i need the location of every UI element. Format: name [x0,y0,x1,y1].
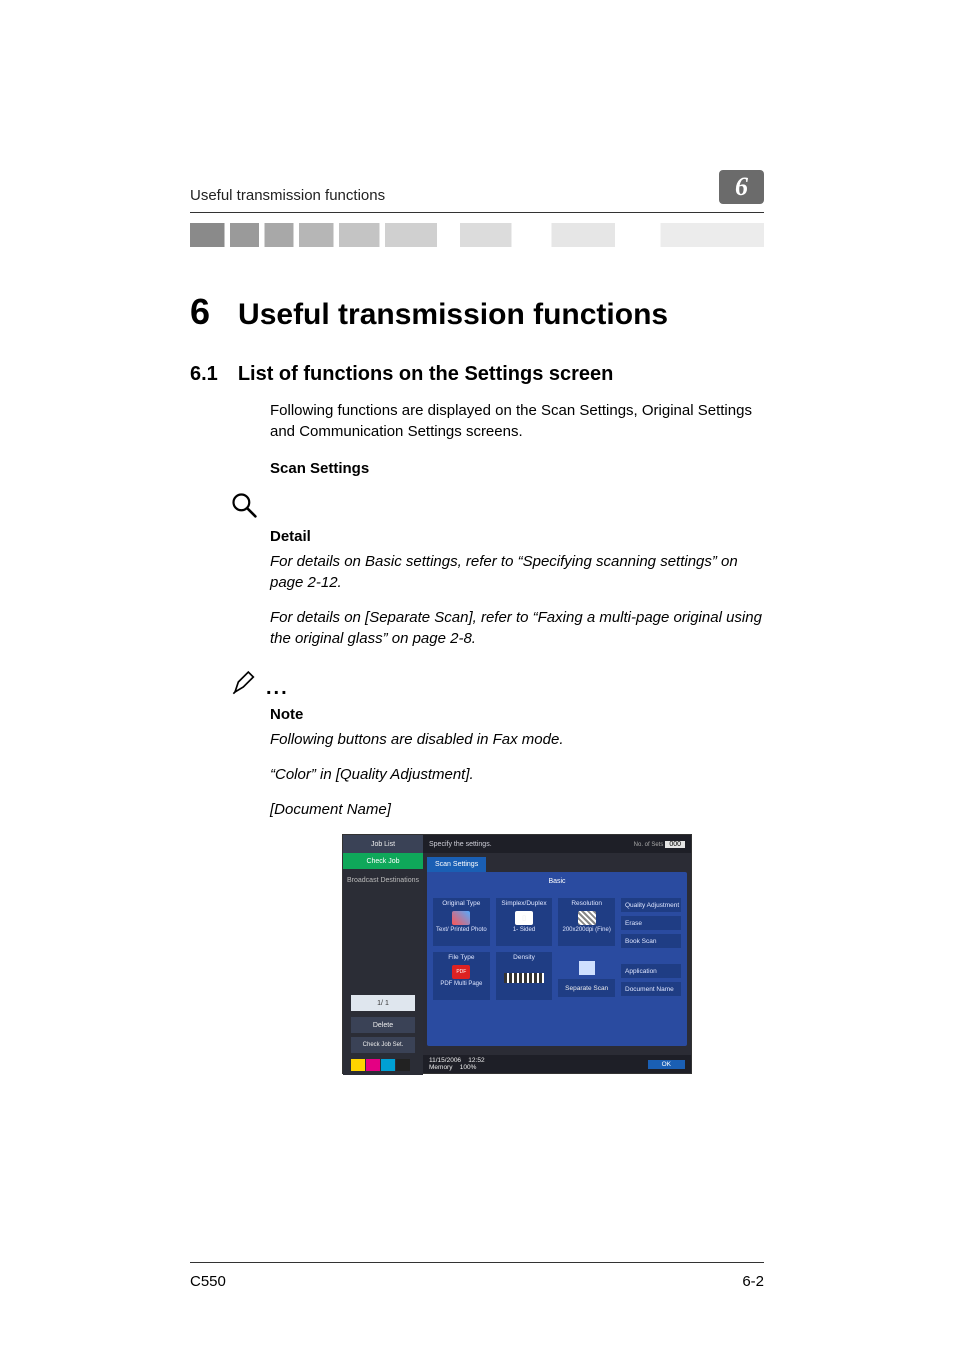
density-meter-icon [504,973,544,983]
ss-cmyk-indicator [343,1057,423,1075]
ss-application-button[interactable]: Application [621,964,681,978]
ss-density-button[interactable]: Density [496,952,553,1000]
ss-date: 11/15/2006 [429,1057,461,1064]
note-paragraph-3: [Document Name] [270,799,764,820]
decorative-gradient-bar [190,223,764,247]
ss-simplex-duplex-button[interactable]: Simplex/Duplex ▯ 1- Sided [496,898,553,946]
ss-memory-value: 100% [460,1064,477,1071]
ss-original-type-value: Text/ Printed Photo [436,927,487,933]
detail-label: Detail [270,528,764,545]
chapter-title: Useful transmission functions [238,298,668,332]
note-label: Note [270,706,764,723]
ss-erase-button[interactable]: Erase [621,916,681,930]
ss-resolution-button[interactable]: Resolution 200x200dpi (Fine) [558,898,615,946]
ss-job-list-button[interactable]: Job List [343,835,423,853]
magnifier-icon [230,491,258,524]
ss-ok-button[interactable]: OK [648,1060,685,1069]
ss-simplex-value: 1- Sided [513,927,535,933]
scan-settings-subhead: Scan Settings [270,460,764,477]
ss-memory-label: Memory [429,1064,452,1071]
running-header-chapter-badge: 6 [719,170,764,204]
ss-separate-scan-area: Separate Scan [558,952,615,1000]
pen-icon [230,667,260,702]
ss-sets-label: No. of Sets [634,842,664,848]
section-number: 6.1 [190,363,218,386]
ss-basic-bar: Basic [433,878,681,892]
chapter-number: 6 [190,291,210,333]
ss-delete-button[interactable]: Delete [351,1017,415,1033]
ss-file-type-button[interactable]: File Type PDF PDF Multi Page [433,952,490,1000]
ss-resolution-value: 200x200dpi (Fine) [562,927,610,933]
detail-paragraph-2: For details on [Separate Scan], refer to… [270,607,764,649]
ss-density-label: Density [513,955,535,963]
footer-page-number: 6-2 [742,1273,764,1290]
ss-resolution-label: Resolution [571,901,602,909]
section-title: List of functions on the Settings screen [238,363,614,386]
page-icon: ▯ [515,911,533,925]
ss-sets-value: 000 [665,841,685,848]
photo-icon [452,911,470,925]
ss-original-type-label: Original Type [442,901,480,909]
footer-model: C550 [190,1273,226,1290]
ss-file-type-label: File Type [448,955,474,963]
detail-paragraph-1: For details on Basic settings, refer to … [270,551,764,593]
ss-separate-scan-button[interactable]: Separate Scan [558,979,615,997]
running-header-title: Useful transmission functions [190,187,385,204]
ss-pager[interactable]: 1/ 1 [351,995,415,1011]
ss-file-type-value: PDF Multi Page [440,981,482,987]
device-screenshot: Job List Check Job Broadcast Destination… [342,834,692,1074]
ss-quality-button[interactable]: Quality Adjustment [621,898,681,912]
separate-scan-icon [579,961,595,975]
ss-check-job-tab[interactable]: Check Job [343,853,423,869]
pdf-icon: PDF [452,965,470,979]
ss-topbar-text: Specify the settings. [429,841,492,848]
ss-book-scan-button[interactable]: Book Scan [621,934,681,948]
ss-original-type-button[interactable]: Original Type Text/ Printed Photo [433,898,490,946]
note-paragraph-2: “Color” in [Quality Adjustment]. [270,764,764,785]
intro-paragraph: Following functions are displayed on the… [270,400,764,442]
note-paragraph-1: Following buttons are disabled in Fax mo… [270,729,764,750]
ellipsis-icon: ... [266,677,289,702]
ss-check-job-set-button[interactable]: Check Job Set. [351,1037,415,1053]
resolution-icon [578,911,596,925]
ss-broadcast-destinations-label: Broadcast Destinations [343,869,423,891]
ss-simplex-label: Simplex/Duplex [501,901,546,909]
ss-scan-settings-tab[interactable]: Scan Settings [427,857,486,872]
ss-document-name-button[interactable]: Document Name [621,982,681,996]
ss-time: 12:52 [468,1057,484,1064]
